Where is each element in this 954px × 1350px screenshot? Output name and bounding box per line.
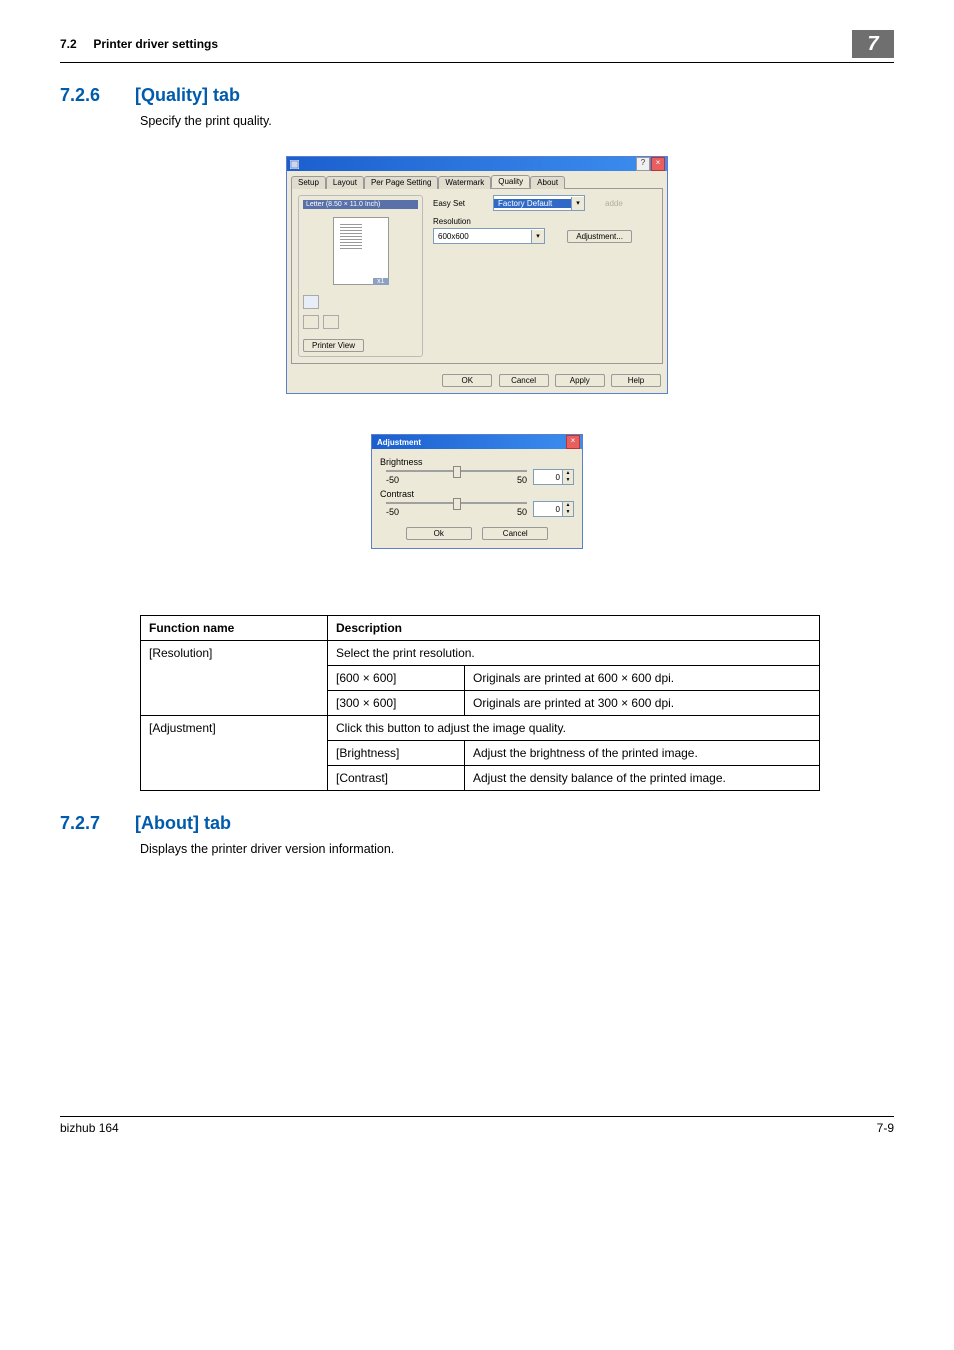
brightness-label: Brightness [380,457,574,467]
adjustment-button[interactable]: Adjustment... [567,230,632,243]
th-description: Description [328,616,820,641]
easy-set-value: Factory Default [494,199,571,208]
sub-key: [Contrast] [328,766,465,791]
heading-text: [Quality] tab [135,85,240,105]
layout-icon [303,315,319,329]
contrast-slider[interactable] [386,502,527,504]
tab-per-page-setting[interactable]: Per Page Setting [364,176,438,189]
header-section-num: 7.2 [60,37,77,51]
sub-key: [Brightness] [328,741,465,766]
contrast-max: 50 [517,507,527,517]
brightness-min: -50 [386,475,399,485]
cancel-button[interactable]: Cancel [499,374,549,387]
body-paragraph: Displays the printer driver version info… [140,842,894,856]
page-footer: bizhub 164 7-9 [60,1116,894,1135]
desc-cell: Select the print resolution. [328,641,820,666]
easy-set-label: Easy Set [433,199,493,208]
preview-panel: Letter (8.50 × 11.0 Inch) x1 [298,195,423,357]
orientation-portrait-icon[interactable] [303,295,319,309]
adjustment-dialog: Adjustment Brightness -50 50 ▲▼ Contrast [371,434,583,549]
chapter-number-badge: 7 [852,30,894,58]
close-button[interactable] [651,157,665,171]
function-description-table: Function name Description [Resolution] S… [140,615,820,791]
ok-button[interactable]: OK [442,374,492,387]
fn-cell: [Adjustment] [141,716,328,791]
spin-up-icon[interactable]: ▲ [563,502,573,509]
zoom-badge: x1 [373,278,388,285]
heading-about-tab: 7.2.7 [About] tab [60,813,894,834]
resolution-label: Resolution [433,217,656,226]
sub-val: Adjust the brightness of the printed ima… [465,741,820,766]
contrast-label: Contrast [380,489,574,499]
brightness-input[interactable] [534,470,562,484]
table-row: [Resolution] Select the print resolution… [141,641,820,666]
close-button[interactable] [566,435,580,449]
easy-set-select[interactable]: Factory Default [493,195,585,211]
sub-val: Originals are printed at 600 × 600 dpi. [465,666,820,691]
footer-left: bizhub 164 [60,1121,119,1135]
chevron-down-icon[interactable] [571,197,584,210]
contrast-input[interactable] [534,502,562,516]
printer-icon [290,160,299,169]
ok-button[interactable]: Ok [406,527,472,540]
footer-right: 7-9 [877,1121,894,1135]
help-button[interactable] [636,157,650,171]
th-function-name: Function name [141,616,328,641]
contrast-spinner[interactable]: ▲▼ [533,501,574,517]
heading-text: [About] tab [135,813,231,833]
brightness-slider[interactable] [386,470,527,472]
heading-number: 7.2.6 [60,85,130,106]
contrast-min: -50 [386,507,399,517]
body-paragraph: Specify the print quality. [140,114,894,128]
chevron-down-icon[interactable] [531,230,544,243]
brightness-max: 50 [517,475,527,485]
resolution-value: 600x600 [434,232,531,241]
tab-about[interactable]: About [530,176,565,189]
slider-thumb[interactable] [453,466,461,478]
running-header: 7.2 Printer driver settings 7 [60,30,894,63]
dialog-title: Adjustment [374,438,421,447]
desc-cell: Click this button to adjust the image qu… [328,716,820,741]
tab-strip: Setup Layout Per Page Setting Watermark … [287,171,667,188]
cancel-button[interactable]: Cancel [482,527,548,540]
sub-val: Originals are printed at 300 × 600 dpi. [465,691,820,716]
sub-key: [600 × 600] [328,666,465,691]
resolution-select[interactable]: 600x600 [433,228,545,244]
paper-preview: x1 [333,217,389,285]
brightness-spinner[interactable]: ▲▼ [533,469,574,485]
fn-cell: [Resolution] [141,641,328,716]
table-row: [Adjustment] Click this button to adjust… [141,716,820,741]
spin-down-icon[interactable]: ▼ [563,509,573,516]
tab-layout[interactable]: Layout [326,176,364,189]
slider-thumb[interactable] [453,498,461,510]
tab-watermark[interactable]: Watermark [438,176,491,189]
header-section-title: Printer driver settings [93,37,218,51]
adde-disabled: adde [605,199,623,208]
apply-button[interactable]: Apply [555,374,605,387]
tab-setup[interactable]: Setup [291,176,326,189]
sub-val: Adjust the density balance of the printe… [465,766,820,791]
paper-size-label: Letter (8.50 × 11.0 Inch) [303,200,418,209]
heading-number: 7.2.7 [60,813,130,834]
duplex-icon [323,315,339,329]
sub-key: [300 × 600] [328,691,465,716]
tab-quality[interactable]: Quality [491,175,530,188]
title-bar[interactable]: Adjustment [372,435,582,449]
help-button[interactable]: Help [611,374,661,387]
printer-view-button[interactable]: Printer View [303,339,364,352]
heading-quality-tab: 7.2.6 [Quality] tab [60,85,894,106]
print-preferences-dialog: Setup Layout Per Page Setting Watermark … [286,156,668,394]
spin-up-icon[interactable]: ▲ [563,470,573,477]
table-header-row: Function name Description [141,616,820,641]
spin-down-icon[interactable]: ▼ [563,477,573,484]
title-bar[interactable] [287,157,667,171]
